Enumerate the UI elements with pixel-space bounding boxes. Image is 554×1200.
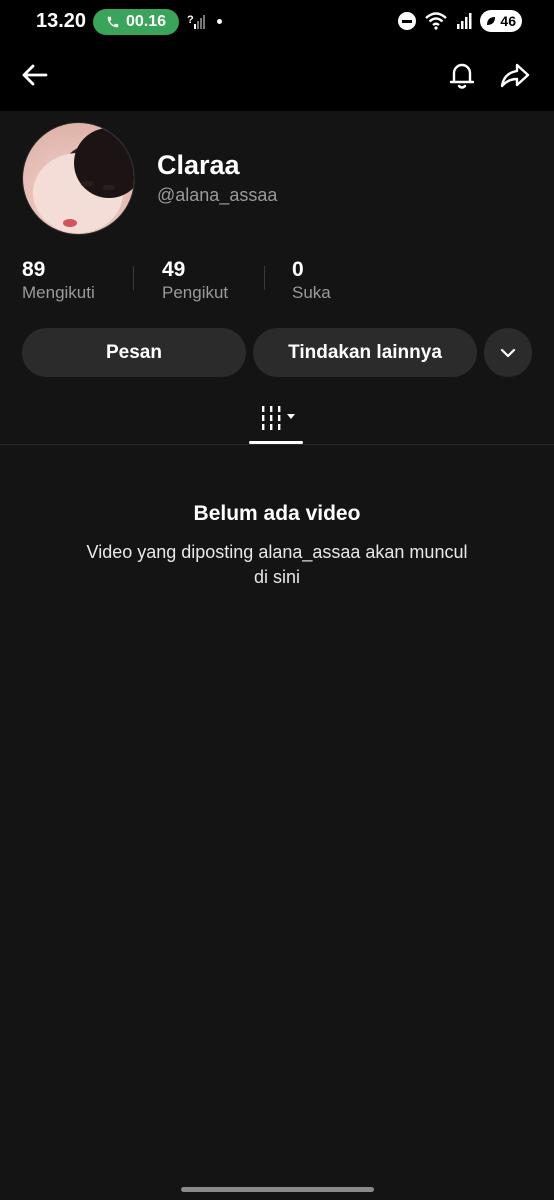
following-stat[interactable]: 89 Mengikuti [22, 258, 95, 304]
dnd-icon [398, 12, 416, 30]
notification-dot [217, 19, 222, 24]
notification-bell-button[interactable] [445, 58, 479, 92]
likes-label: Suka [292, 283, 331, 302]
sim-marker: ? [187, 14, 194, 26]
chevron-down-icon [500, 348, 516, 357]
display-name: Claraa [157, 150, 240, 180]
share-button[interactable] [498, 58, 532, 92]
back-arrow-icon [22, 64, 48, 86]
status-time: 13.20 [36, 10, 87, 32]
phone-icon [107, 16, 119, 28]
status-bar: 13.20 00.16 ? 46 [0, 0, 554, 40]
home-indicator[interactable] [181, 1187, 374, 1192]
cell-signal-icon [457, 13, 472, 29]
call-duration: 00.16 [125, 13, 167, 30]
battery-saver-icon [487, 17, 495, 25]
stat-divider [133, 266, 134, 290]
followers-count: 49 [162, 258, 186, 281]
suggested-accounts-dropdown-button[interactable] [484, 328, 532, 377]
share-icon [500, 63, 530, 88]
ongoing-call-pill[interactable]: 00.16 [93, 9, 179, 35]
tab-videos-grid[interactable] [249, 398, 303, 444]
following-count: 89 [22, 258, 46, 281]
more-actions-button[interactable]: Tindakan lainnya [253, 328, 477, 377]
followers-stat[interactable]: 49 Pengikut [162, 258, 228, 304]
empty-state-title: Belum ada video [193, 502, 361, 525]
signal-icon: ? [187, 14, 205, 29]
profile-avatar[interactable] [22, 122, 135, 235]
empty-state-description-line2: di sini [253, 567, 301, 587]
tabs-divider [0, 444, 554, 445]
battery-icon: 46 [480, 10, 522, 32]
followers-label: Pengikut [162, 283, 229, 302]
likes-stat[interactable]: 0 Suka [292, 258, 331, 304]
message-button[interactable]: Pesan [22, 328, 246, 377]
status-icons: 46 [398, 10, 522, 32]
following-label: Mengikuti [22, 283, 95, 302]
bell-icon [449, 63, 475, 89]
username: @alana_assaa [157, 185, 278, 205]
top-app-bar [0, 40, 554, 111]
empty-state-description-line1: Video yang diposting alana_assaa akan mu… [86, 542, 468, 562]
grid-filter-icon [262, 406, 295, 430]
battery-level: 46 [500, 13, 516, 29]
wifi-icon [425, 12, 447, 30]
stat-divider [264, 266, 265, 290]
likes-count: 0 [292, 258, 304, 281]
back-button[interactable] [18, 58, 52, 92]
empty-state-description: Video yang diposting alana_assaa akan mu… [57, 540, 497, 590]
